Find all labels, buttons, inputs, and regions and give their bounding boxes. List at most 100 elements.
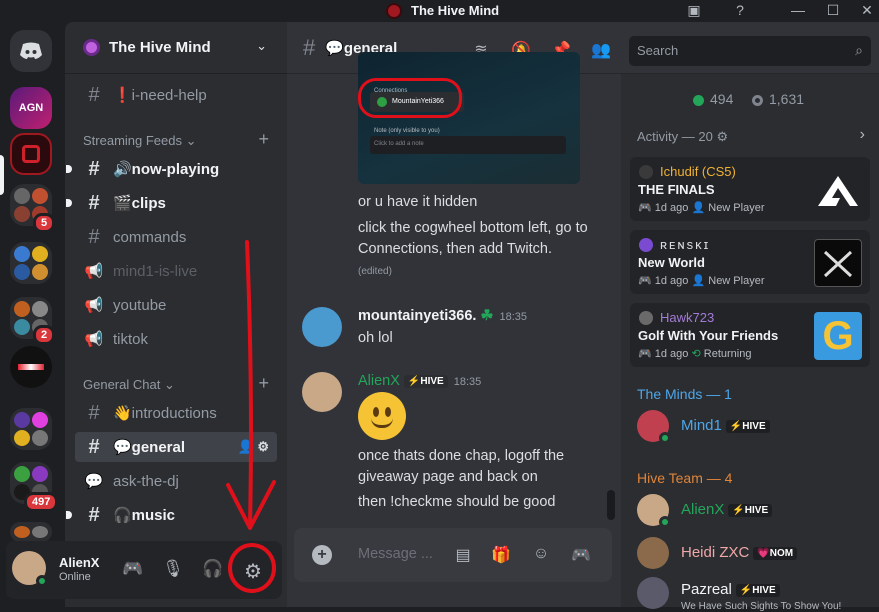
search-icon: ⌕ [855, 42, 863, 58]
activity-card[interactable]: Ichudif (CS5) THE FINALS 🎮 1d ago 👤 New … [630, 157, 870, 221]
chevron-right-icon[interactable]: › [860, 126, 865, 144]
hive-icon [83, 39, 100, 56]
activity-card[interactable]: ʀᴇɴsᴋɪ New World 🎮 1d ago 👤 New Player [630, 230, 870, 294]
message-author[interactable]: mountainyeti366. ☘ 18:35 [358, 308, 527, 324]
game-art [814, 166, 862, 214]
user-panel: AlienX Online 🎮 🎙 🎧 ⚙ [6, 541, 282, 599]
server-agn[interactable]: AGN [10, 87, 52, 129]
window-title: The Hive Mind [411, 3, 500, 18]
microphone-icon[interactable]: 🎙 [162, 559, 184, 581]
avatar[interactable] [302, 307, 342, 347]
apps-icon[interactable]: 🎮 [570, 545, 592, 565]
avatar[interactable] [302, 372, 342, 412]
server-folder-4[interactable] [10, 408, 52, 450]
settings-gear-icon[interactable]: ⚙ [242, 559, 264, 583]
minimize-button[interactable]: — [788, 2, 808, 18]
chevron-down-icon: ⌄ [256, 38, 267, 53]
avatar [639, 165, 653, 179]
close-button[interactable]: ✕ [857, 2, 877, 19]
message-text: click the cogwheel bottom left, go to Co… [358, 220, 588, 277]
channel-tiktok[interactable]: 📢 tiktok [75, 324, 277, 354]
channel-youtube[interactable]: 📢 youtube [75, 290, 277, 320]
note-label: Note (only visible to you) [374, 128, 440, 134]
server-name: The Hive Mind [109, 39, 211, 56]
message-author[interactable]: AlienX ⚡HIVE 18:35 [358, 373, 481, 389]
activity-header: Activity — 20 ⚙ [637, 129, 729, 144]
channel-mind1-is-live[interactable]: 📢 mind1-is-live [75, 256, 277, 286]
hash-icon: # [88, 83, 100, 106]
inbox-icon[interactable]: ▣ [684, 2, 704, 19]
online-count: 494 [693, 91, 733, 107]
message-input[interactable]: Message ... [358, 546, 433, 562]
create-channel-button[interactable]: + [258, 129, 269, 150]
message-composer[interactable]: + Message ... ▤ 🎁 ☺ 🎮 [294, 528, 612, 582]
hash-icon: # [88, 435, 100, 458]
attachment-image[interactable]: Connections MountainYeti366 Note (only v… [358, 52, 580, 184]
member-alienx[interactable]: AlienX ⚡HIVE [637, 494, 873, 528]
create-channel-button[interactable]: + [258, 373, 269, 394]
activity-card[interactable]: Hawk723 Golf With Your Friends 🎮 1d ago … [630, 303, 870, 367]
avatar [639, 311, 653, 325]
chat-scrollbar[interactable] [607, 490, 615, 520]
note-field: Click to add a note [370, 136, 566, 154]
clover-icon: ☘ [480, 308, 494, 324]
server-header[interactable]: The Hive Mind ⌄ [65, 22, 287, 74]
maximize-button[interactable]: ☐ [823, 2, 843, 19]
gift-icon[interactable]: 🎁 [490, 545, 512, 565]
gif-icon[interactable]: ▤ [452, 545, 474, 565]
title-bar: The Hive Mind ▣ ? — ☐ ✕ [0, 0, 879, 22]
smile-emoji [358, 392, 406, 440]
search-input[interactable]: Search ⌕ [629, 36, 871, 66]
channel-commands[interactable]: # commands [75, 222, 277, 252]
red-annotation-circle [358, 78, 462, 118]
headphones-icon[interactable]: 🎧 [202, 559, 224, 581]
hash-icon: # [303, 34, 316, 60]
activities-icon[interactable]: 🎮 [122, 559, 144, 581]
add-attachment-button[interactable]: + [312, 545, 332, 565]
server-folder-2[interactable] [10, 242, 52, 284]
announcement-icon: 📢 [84, 263, 104, 280]
category-general-chat[interactable]: General Chat ⌄ [83, 377, 175, 393]
message-text: once thats done chap, logoff the giveawa… [358, 448, 565, 485]
hash-icon: # [88, 225, 100, 248]
user-status: Online [59, 571, 91, 583]
member-pazreal[interactable]: Pazreal ⚡HIVE We Have Such Sights To Show… [637, 577, 873, 612]
member-mind1[interactable]: Mind1 ⚡HIVE [637, 410, 873, 444]
avatar [637, 577, 669, 609]
username: AlienX [59, 555, 100, 570]
server-list: AGN 5 2 497 [0, 22, 65, 607]
message-text: oh lol [358, 330, 393, 346]
message-text: or u have it hidden [358, 194, 478, 210]
channel-now-playing[interactable]: # 🔊now-playing [66, 154, 277, 184]
help-icon[interactable]: ? [730, 2, 750, 18]
game-art [814, 239, 862, 287]
member-heidi-zxc[interactable]: Heidi ZXC 💗NOM [637, 537, 873, 571]
server-dark[interactable] [10, 346, 52, 388]
discord-home-icon[interactable] [10, 30, 52, 72]
channel-sidebar: The Hive Mind ⌄ # ❗i-need-help Streaming … [65, 22, 287, 607]
channel-introductions[interactable]: # 👋introductions [75, 398, 277, 428]
message-text: then !checkme should be good [358, 494, 556, 510]
server-folder-6[interactable] [10, 522, 52, 542]
unread-badge: 5 [33, 213, 56, 233]
announcement-icon: 📢 [84, 297, 104, 314]
unread-badge: 497 [24, 492, 59, 512]
unread-indicator [66, 511, 72, 519]
forum-icon: 💬 [84, 473, 104, 490]
role-header-the-minds: The Minds — 1 [637, 386, 732, 402]
category-streaming-feeds[interactable]: Streaming Feeds ⌄ [83, 133, 197, 149]
member-count: 1,631 [752, 91, 804, 107]
member-list-icon[interactable]: 👥 [590, 40, 612, 60]
hash-icon: # [88, 191, 100, 214]
channel-music[interactable]: # 🎧music [66, 500, 277, 530]
invite-and-settings-icon[interactable]: 👤 ⚙ [238, 439, 269, 455]
emoji-icon[interactable]: ☺ [530, 545, 552, 565]
unread-indicator [66, 165, 72, 173]
channel-ask-the-dj[interactable]: 💬 ask-the-dj [75, 466, 277, 496]
channel-clips[interactable]: # 🎬clips [66, 188, 277, 218]
role-header-hive-team: Hive Team — 4 [637, 470, 733, 486]
unread-badge: 2 [33, 325, 56, 345]
channel-i-need-help[interactable]: # ❗i-need-help [75, 80, 277, 110]
server-the-hive-mind[interactable] [10, 133, 52, 175]
channel-general[interactable]: # 💬general 👤 ⚙ [75, 432, 277, 462]
